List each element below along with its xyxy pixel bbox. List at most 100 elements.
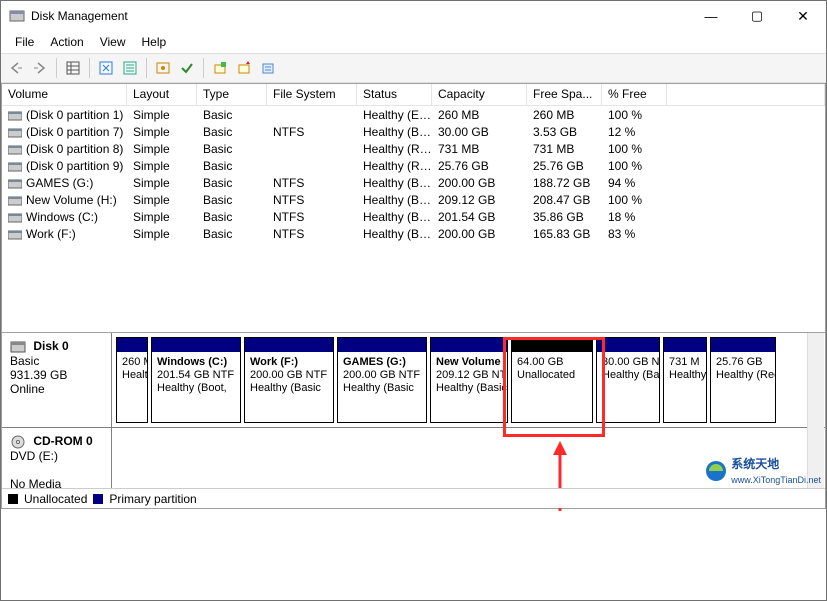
row-pct: 100 % [602, 108, 667, 122]
col-status[interactable]: Status [357, 84, 432, 105]
partition-status: Healthy (Rec [716, 369, 770, 382]
row-layout: Simple [127, 125, 197, 139]
grid-view-icon[interactable] [62, 57, 84, 79]
volume-row[interactable]: (Disk 0 partition 7)SimpleBasicNTFSHealt… [2, 123, 825, 140]
new-partition-icon[interactable] [209, 57, 231, 79]
partition[interactable]: Windows (C:)201.54 GB NTFHealthy (Boot, [151, 337, 241, 423]
row-type: Basic [197, 176, 267, 190]
row-status: Healthy (B… [357, 210, 432, 224]
maximize-button[interactable]: ▢ [734, 1, 780, 31]
app-icon [9, 8, 25, 24]
disk-size: 931.39 GB [10, 368, 67, 382]
row-fs: NTFS [267, 210, 357, 224]
close-button[interactable]: ✕ [780, 1, 826, 31]
disk-type: Basic [10, 354, 39, 368]
legend: Unallocated Primary partition [2, 488, 825, 508]
row-fs: NTFS [267, 176, 357, 190]
watermark-logo-icon [705, 460, 727, 482]
partition-status: Healt [122, 369, 142, 382]
volume-row[interactable]: Windows (C:)SimpleBasicNTFSHealthy (B…20… [2, 208, 825, 225]
partition-unallocated[interactable]: 64.00 GBUnallocated [511, 337, 593, 423]
partition-size: 260 M [122, 356, 142, 369]
volume-list-body[interactable]: (Disk 0 partition 1)SimpleBasicHealthy (… [2, 106, 825, 332]
row-pct: 94 % [602, 176, 667, 190]
menu-help[interactable]: Help [134, 33, 175, 51]
row-status: Healthy (R… [357, 142, 432, 156]
row-layout: Simple [127, 108, 197, 122]
check-icon[interactable] [176, 57, 198, 79]
partition-status: Healthy (Ba [602, 369, 654, 382]
volume-row[interactable]: (Disk 0 partition 9)SimpleBasicHealthy (… [2, 157, 825, 174]
legend-swatch-unalloc [8, 494, 18, 504]
menu-view[interactable]: View [92, 33, 134, 51]
row-status: Healthy (E… [357, 108, 432, 122]
minimize-button[interactable]: — [688, 1, 734, 31]
menu-file[interactable]: File [7, 33, 42, 51]
row-capacity: 200.00 GB [432, 176, 527, 190]
row-pct: 12 % [602, 125, 667, 139]
partition[interactable]: Work (F:)200.00 GB NTFHealthy (Basic [244, 337, 334, 423]
watermark: 系统天地 www.XiTongTianDi.net [705, 455, 821, 486]
menu-action[interactable]: Action [42, 33, 91, 51]
row-volume: Windows (C:) [26, 210, 98, 224]
refresh-icon[interactable] [95, 57, 117, 79]
partition-status: Unallocated [517, 369, 587, 382]
partition-status: Healthy (Basic [343, 382, 421, 395]
row-capacity: 260 MB [432, 108, 527, 122]
partition-header [597, 338, 659, 352]
col-volume[interactable]: Volume [2, 84, 127, 105]
disk-info[interactable]: Disk 0 Basic 931.39 GB Online [2, 333, 112, 427]
volume-row[interactable]: GAMES (G:)SimpleBasicNTFSHealthy (B…200.… [2, 174, 825, 191]
row-fs: NTFS [267, 125, 357, 139]
window-title: Disk Management [31, 9, 688, 23]
back-button[interactable] [5, 57, 27, 79]
window-controls: — ▢ ✕ [688, 1, 826, 31]
partition[interactable]: 30.00 GB NTHealthy (Ba [596, 337, 660, 423]
col-pct[interactable]: % Free [602, 84, 667, 105]
row-capacity: 200.00 GB [432, 227, 527, 241]
settings-icon[interactable] [257, 57, 279, 79]
row-capacity: 201.54 GB [432, 210, 527, 224]
col-fs[interactable]: File System [267, 84, 357, 105]
row-volume: GAMES (G:) [26, 176, 93, 190]
col-capacity[interactable]: Capacity [432, 84, 527, 105]
partition-header [245, 338, 333, 352]
row-status: Healthy (R… [357, 159, 432, 173]
row-free: 731 MB [527, 142, 602, 156]
volume-row[interactable]: New Volume (H:)SimpleBasicNTFSHealthy (B… [2, 191, 825, 208]
col-layout[interactable]: Layout [127, 84, 197, 105]
partition[interactable]: 731 MHealthy [663, 337, 707, 423]
row-capacity: 25.76 GB [432, 159, 527, 173]
disk-graphical-pane: Disk 0 Basic 931.39 GB Online 260 MHealt… [1, 333, 826, 509]
row-type: Basic [197, 227, 267, 241]
partition-status: Healthy (Basic [436, 382, 502, 395]
volume-row[interactable]: (Disk 0 partition 1)SimpleBasicHealthy (… [2, 106, 825, 123]
volume-row[interactable]: (Disk 0 partition 8)SimpleBasicHealthy (… [2, 140, 825, 157]
partition[interactable]: GAMES (G:)200.00 GB NTFHealthy (Basic [337, 337, 427, 423]
partition[interactable]: 25.76 GBHealthy (Rec [710, 337, 776, 423]
legend-primary: Primary partition [109, 492, 196, 506]
partition[interactable]: New Volume209.12 GB NTFHealthy (Basic [430, 337, 508, 423]
volume-row[interactable]: Work (F:)SimpleBasicNTFSHealthy (B…200.0… [2, 225, 825, 242]
watermark-text2: www.XiTongTianDi.net [731, 475, 821, 485]
row-pct: 100 % [602, 193, 667, 207]
forward-button[interactable] [29, 57, 51, 79]
row-type: Basic [197, 142, 267, 156]
eject-icon[interactable] [233, 57, 255, 79]
partition-size: 731 M [669, 356, 701, 369]
disk-status: Online [10, 382, 45, 396]
partition-header [711, 338, 775, 352]
partition-name: Windows (C:) [157, 356, 235, 369]
col-type[interactable]: Type [197, 84, 267, 105]
toolbar-separator [56, 58, 57, 78]
partition-name: GAMES (G:) [343, 356, 421, 369]
partition-size: 200.00 GB NTF [250, 369, 328, 382]
partition[interactable]: 260 MHealt [116, 337, 148, 423]
col-free[interactable]: Free Spa... [527, 84, 602, 105]
list-icon[interactable] [119, 57, 141, 79]
properties-icon[interactable] [152, 57, 174, 79]
row-free: 35.86 GB [527, 210, 602, 224]
row-type: Basic [197, 210, 267, 224]
partition-size: 30.00 GB NT [602, 356, 654, 369]
volume-list-pane: Volume Layout Type File System Status Ca… [1, 83, 826, 333]
